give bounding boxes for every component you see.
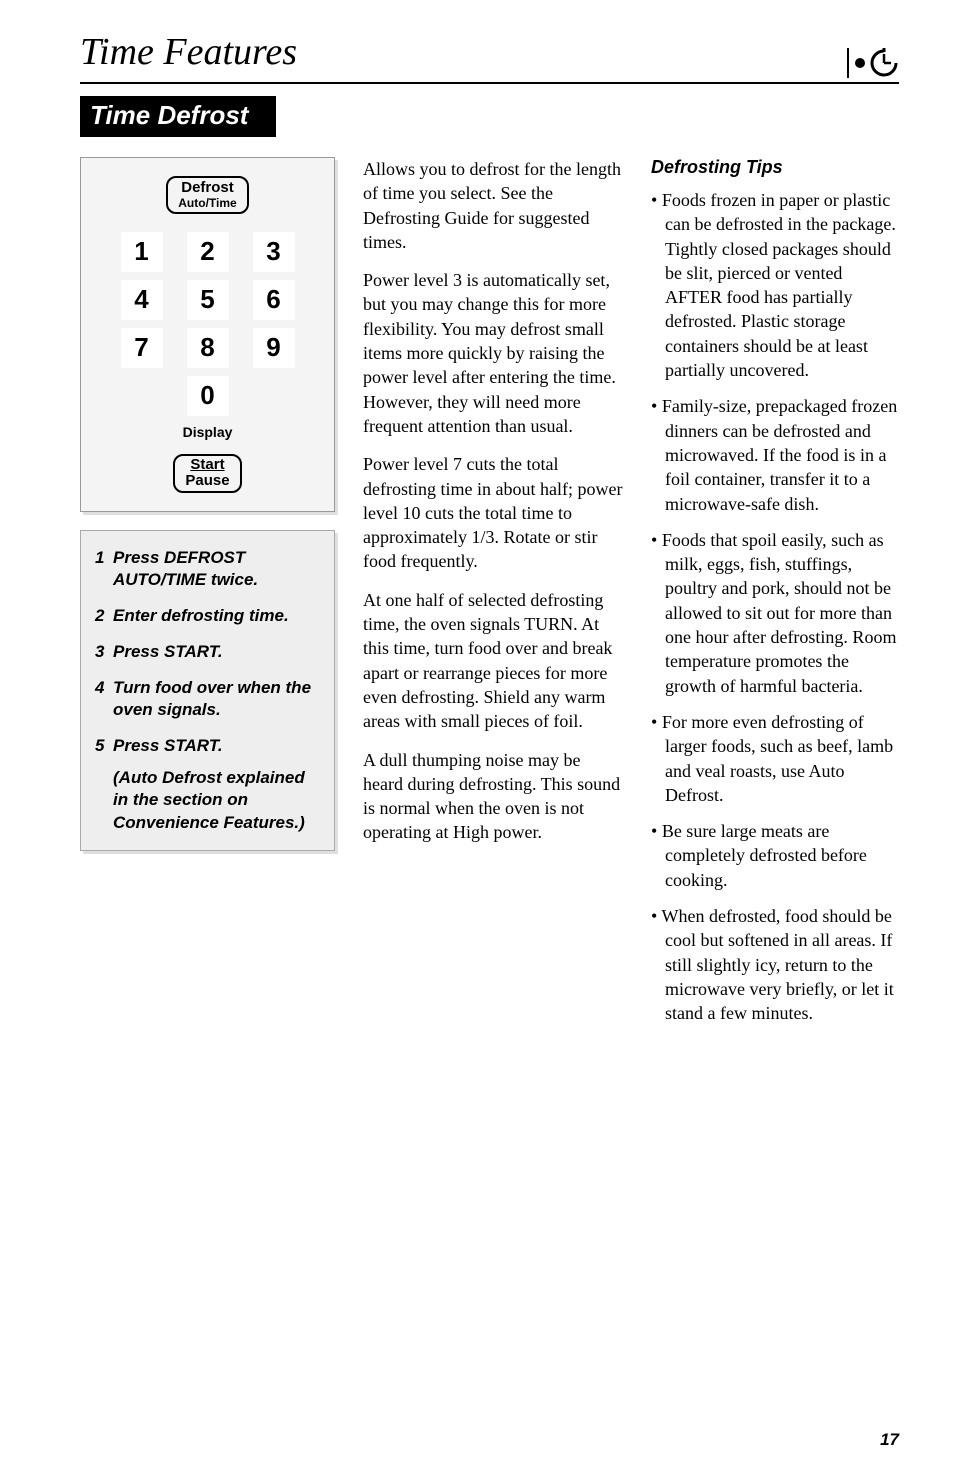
dot-icon	[855, 58, 865, 68]
start-label-top: Start	[185, 457, 229, 474]
tip-6: When defrosted, food should be cool but …	[651, 904, 899, 1025]
keypad: 1 2 3 4 5 6 7 8 9 0	[95, 232, 320, 416]
defrost-button-diagram: Defrost Auto/Time	[166, 176, 248, 214]
key-5: 5	[187, 280, 229, 320]
para-3: Power level 7 cuts the total defrosting …	[363, 452, 623, 573]
display-label: Display	[95, 424, 320, 440]
key-0: 0	[187, 376, 229, 416]
key-7: 7	[121, 328, 163, 368]
key-6: 6	[253, 280, 295, 320]
tip-2: Family-size, prepackaged frozen dinners …	[651, 394, 899, 515]
title-row: Time Features	[80, 30, 899, 84]
start-button-diagram: Start Pause	[173, 454, 241, 493]
key-9: 9	[253, 328, 295, 368]
tips-column: Defrosting Tips Foods frozen in paper or…	[651, 157, 899, 1038]
tip-5: Be sure large meats are completely defro…	[651, 819, 899, 892]
steps-box: 1Press DEFROST AUTO/TIME twice. 2Enter d…	[80, 530, 335, 851]
key-8: 8	[187, 328, 229, 368]
key-3: 3	[253, 232, 295, 272]
page-number: 17	[880, 1430, 899, 1450]
key-2: 2	[187, 232, 229, 272]
para-2: Power level 3 is automatically set, but …	[363, 268, 623, 438]
defrost-label-bottom: Auto/Time	[178, 197, 236, 210]
section-heading: Time Defrost	[80, 96, 276, 137]
key-4: 4	[121, 280, 163, 320]
key-1: 1	[121, 232, 163, 272]
tips-heading: Defrosting Tips	[651, 157, 899, 178]
tip-3: Foods that spoil easily, such as milk, e…	[651, 528, 899, 698]
defrost-label-top: Defrost	[178, 180, 236, 197]
header-icon-area	[847, 48, 899, 78]
start-label-bottom: Pause	[185, 473, 229, 490]
step-4: Turn food over when the oven signals.	[113, 677, 320, 721]
page-title: Time Features	[80, 30, 297, 74]
step-5: Press START.	[113, 735, 223, 757]
step-3: Press START.	[113, 641, 223, 663]
timer-icon	[869, 48, 899, 78]
para-4: At one half of selected defrosting time,…	[363, 588, 623, 734]
step-2: Enter defrosting time.	[113, 605, 289, 627]
control-panel-diagram: Defrost Auto/Time 1 2 3 4 5 6 7 8 9 0 Di…	[80, 157, 335, 512]
para-5: A dull thumping noise may be heard durin…	[363, 748, 623, 845]
step-1: Press DEFROST AUTO/TIME twice.	[113, 547, 320, 591]
para-1: Allows you to defrost for the length of …	[363, 157, 623, 254]
tip-1: Foods frozen in paper or plastic can be …	[651, 188, 899, 382]
tip-4: For more even defrosting of larger foods…	[651, 710, 899, 807]
body-column: Allows you to defrost for the length of …	[363, 157, 623, 1038]
steps-note: (Auto Defrost explained in the section o…	[95, 767, 320, 833]
